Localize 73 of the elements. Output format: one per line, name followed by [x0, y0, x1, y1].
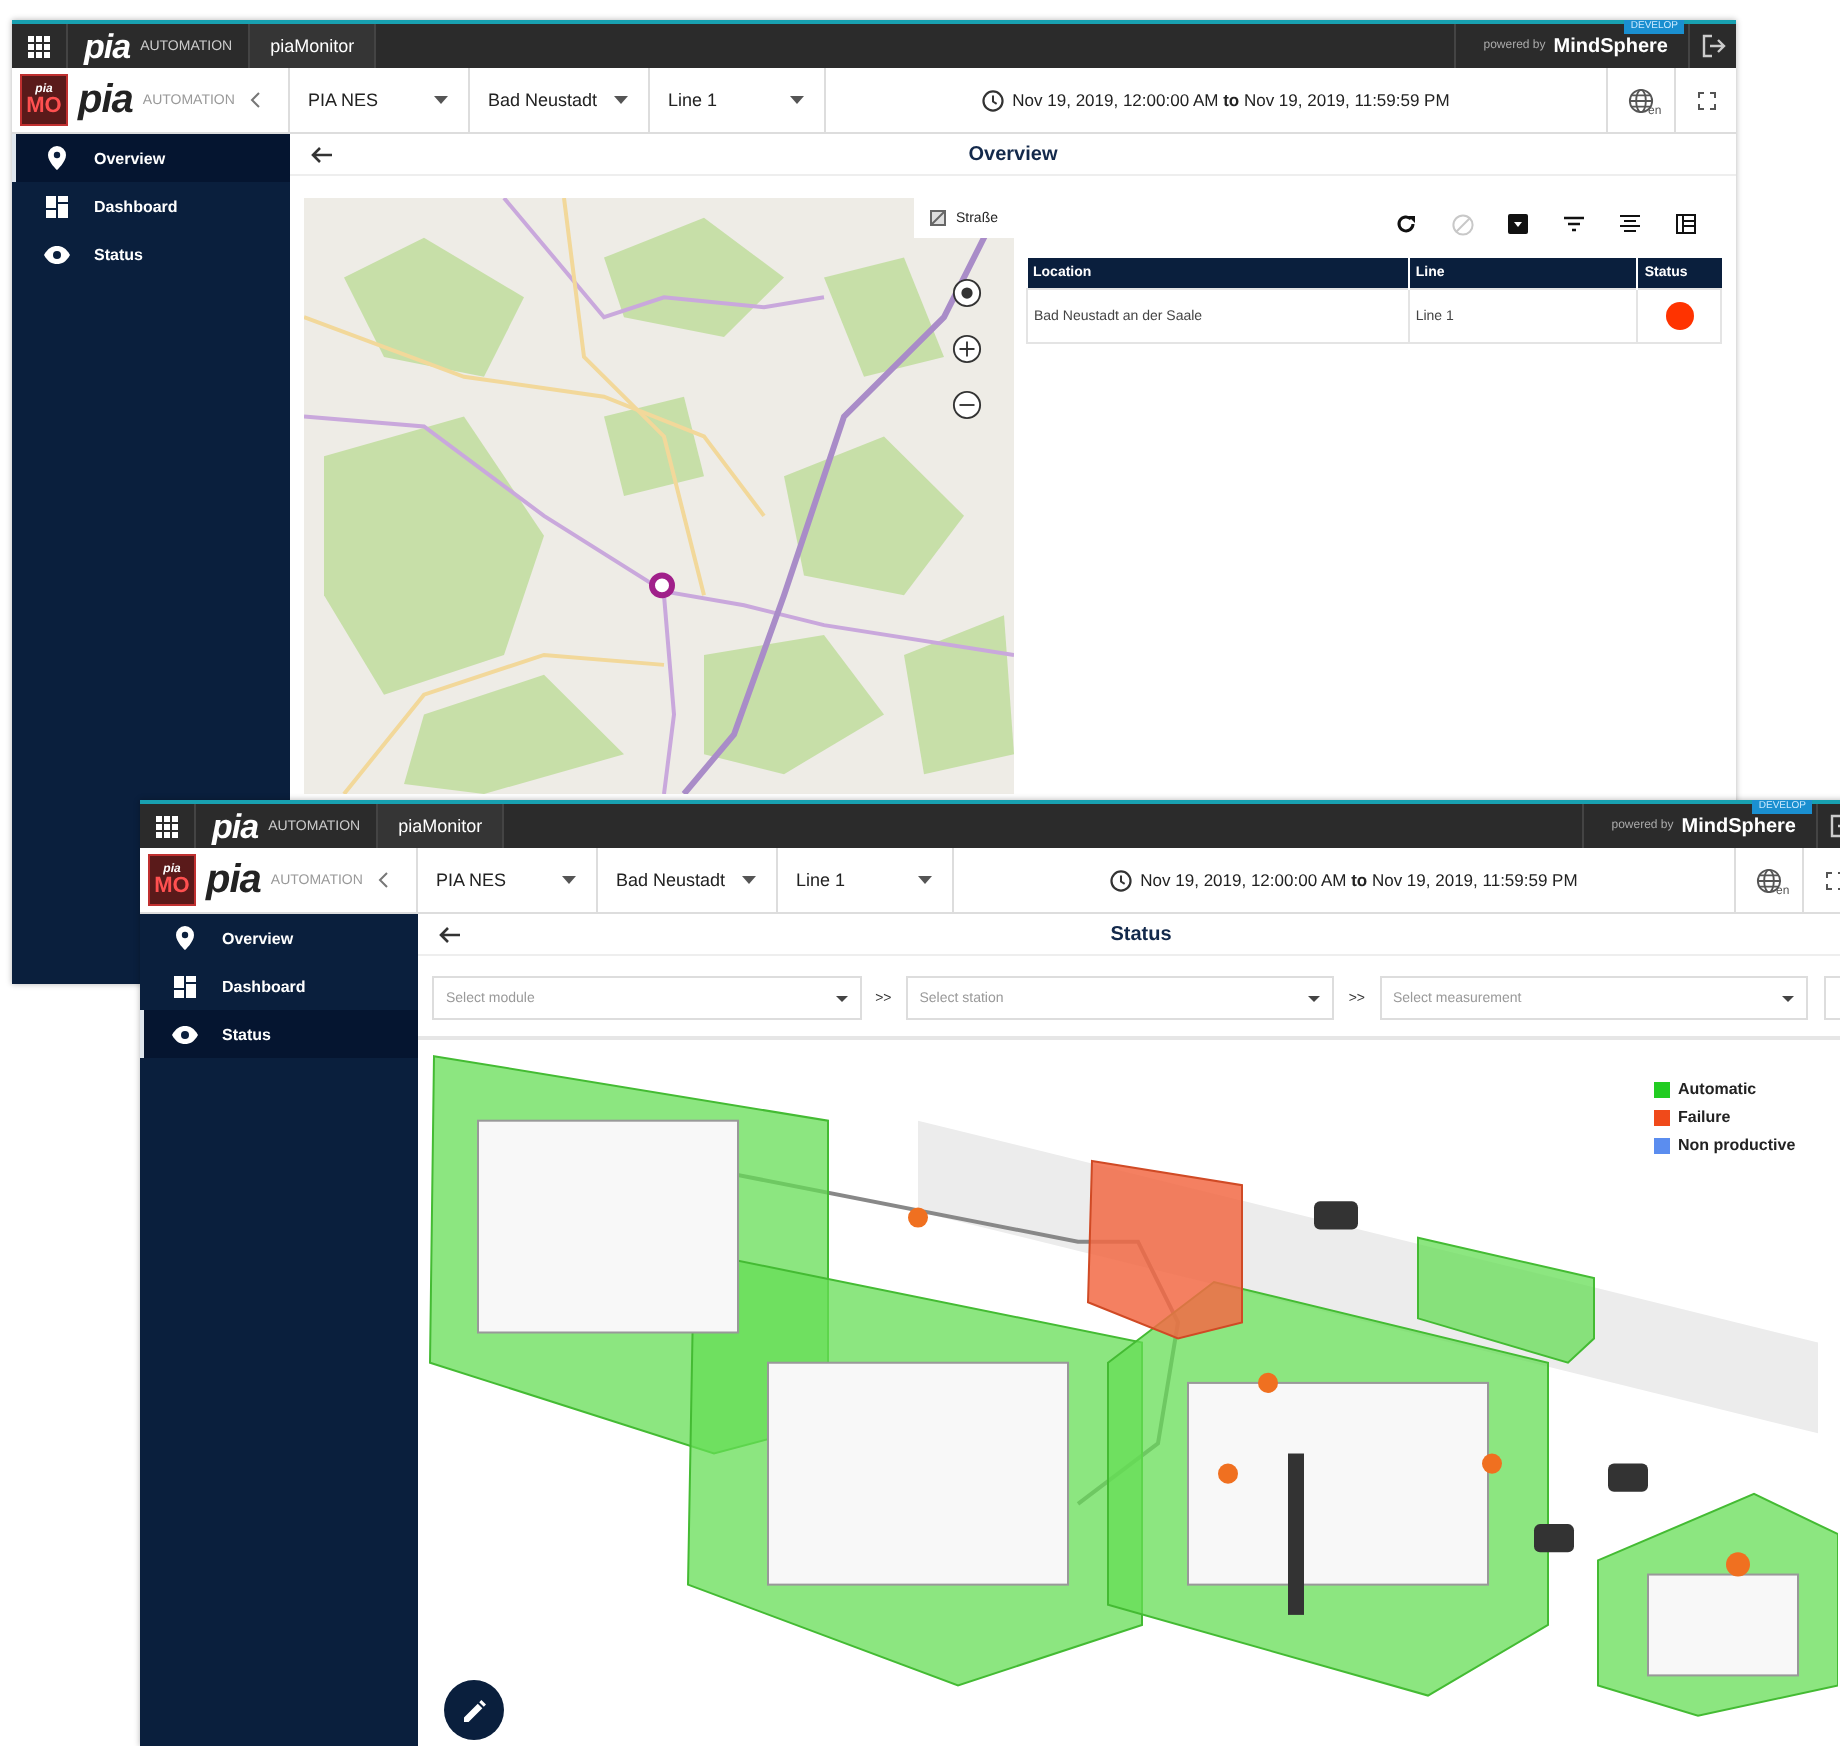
sidebar-item[interactable]: Overview	[12, 134, 290, 182]
fullscreen-icon	[1697, 91, 1715, 109]
locate-button[interactable]	[952, 278, 982, 308]
logo-text: pia	[84, 29, 131, 63]
refresh-icon	[1396, 214, 1416, 234]
caret-icon	[434, 96, 448, 104]
caret-icon	[835, 995, 848, 1001]
grid-icon	[156, 815, 178, 837]
minus-icon	[952, 390, 982, 420]
platform-name: MindSphere	[1681, 815, 1796, 837]
clock-icon	[1110, 869, 1133, 891]
location-pin-icon	[172, 926, 198, 950]
dashboard-icon	[172, 975, 198, 997]
sidebar-item[interactable]: Dashboard	[12, 182, 290, 230]
filter-dropdown[interactable]: Line 1	[778, 848, 954, 912]
grid-icon	[28, 35, 50, 57]
back-button[interactable]	[438, 925, 460, 943]
location-pin-icon	[44, 146, 70, 170]
legend-label: Failure	[1678, 1108, 1731, 1126]
back-arrow-icon	[310, 145, 332, 163]
filter-dropdown[interactable]: PIA NES	[290, 68, 470, 132]
fullscreen-icon	[1825, 871, 1840, 889]
caret-icon	[918, 876, 932, 884]
sidebar-item[interactable]: Dashboard	[140, 962, 418, 1010]
filter-dropdown[interactable]: PIA NES	[418, 848, 598, 912]
ban-icon	[1451, 213, 1473, 235]
page-title: Overview	[968, 143, 1058, 165]
caret-icon	[562, 876, 576, 884]
align-icon	[1620, 214, 1640, 234]
caret-icon	[790, 96, 804, 104]
caret-icon	[1308, 995, 1321, 1001]
app-name-tab[interactable]: piaMonitor	[378, 804, 505, 848]
download-button[interactable]	[1502, 210, 1534, 238]
zoom-out-button[interactable]	[952, 390, 982, 420]
filter-dropdown[interactable]: Line 1	[650, 68, 826, 132]
date-range-text[interactable]: Nov 19, 2019, 12:00:00 AM to Nov 19, 2019, 11:59:59 PM	[1012, 90, 1450, 110]
filter-dropdown[interactable]: Bad Neustadt	[470, 68, 650, 132]
caret-icon	[742, 876, 756, 884]
zoom-in-button[interactable]	[952, 334, 982, 364]
filter-icon	[1564, 216, 1584, 232]
platform-name: MindSphere	[1553, 35, 1668, 57]
caret-icon	[614, 96, 628, 104]
dashboard-icon	[44, 195, 70, 217]
logo-text: pia	[206, 860, 261, 900]
columns-button[interactable]	[1670, 210, 1702, 238]
sidebar-item[interactable]: Status	[12, 230, 290, 278]
locate-icon	[952, 278, 982, 308]
date-range-text[interactable]: Nov 19, 2019, 12:00:00 AM to Nov 19, 2019, 11:59:59 PM	[1140, 870, 1578, 890]
box-icon	[1508, 214, 1528, 234]
eye-icon	[172, 1025, 198, 1043]
caret-icon	[1782, 995, 1795, 1001]
legend-label: Non productive	[1678, 1136, 1796, 1154]
logo-text: pia	[78, 80, 133, 120]
clock-icon	[982, 89, 1005, 111]
columns-icon	[1676, 214, 1696, 234]
filter-dropdown[interactable]: Bad Neustadt	[598, 848, 778, 912]
align-button[interactable]	[1614, 210, 1646, 238]
map-layer-icon	[929, 210, 946, 226]
logout-icon	[1701, 34, 1725, 58]
eye-icon	[44, 245, 70, 263]
legend-label: Automatic	[1678, 1080, 1757, 1098]
pencil-icon	[463, 1699, 485, 1721]
edit-button[interactable]	[444, 1680, 504, 1740]
app-name-tab[interactable]: piaMonitor	[250, 24, 377, 68]
logo-text: pia	[212, 809, 259, 843]
page-title: Status	[1110, 923, 1172, 945]
chevron-left-icon	[378, 872, 389, 888]
chevron-left-icon	[250, 92, 261, 108]
plus-icon	[952, 334, 982, 364]
sidebar-item[interactable]: Status	[140, 1010, 418, 1058]
back-arrow-icon	[438, 925, 460, 943]
sidebar-item[interactable]: Overview	[140, 914, 418, 962]
back-button[interactable]	[310, 145, 332, 163]
